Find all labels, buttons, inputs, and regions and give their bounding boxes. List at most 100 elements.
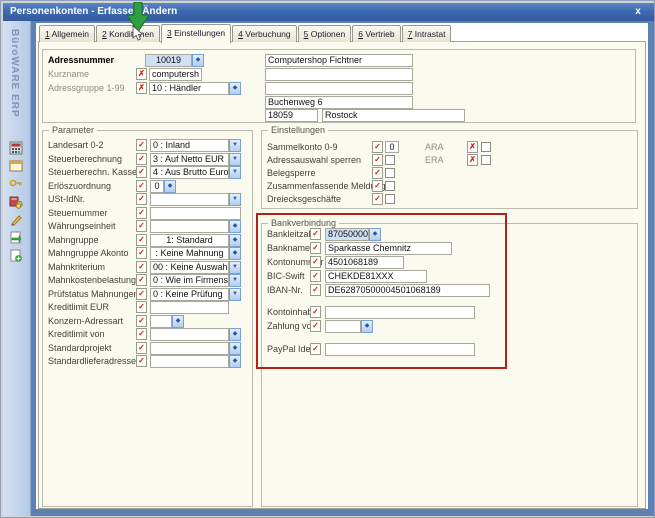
- check-icon[interactable]: ✓: [136, 193, 147, 205]
- adressnummer-field[interactable]: 10019: [145, 54, 192, 67]
- dropdown-icon[interactable]: ▼: [229, 288, 241, 301]
- spinner-icon[interactable]: ◆: [229, 328, 241, 341]
- check-icon[interactable]: ✓: [136, 301, 147, 313]
- city-field[interactable]: Rostock: [322, 109, 465, 122]
- adressgruppe-field[interactable]: 10 : Händler: [149, 82, 229, 95]
- document-export-icon[interactable]: [9, 231, 23, 245]
- address-name3-field[interactable]: [265, 82, 413, 95]
- mahngruppe-field[interactable]: 1: Standard: [150, 234, 229, 247]
- check-icon[interactable]: ✓: [136, 180, 147, 192]
- tab-vertrieb[interactable]: 6 Vertrieb: [352, 25, 400, 42]
- steuerberechnung-dropdown[interactable]: 3 : Auf Netto EUR: [150, 153, 229, 166]
- check-icon[interactable]: ✓: [310, 320, 321, 332]
- zusammenfassende-meldung-checkbox[interactable]: [385, 181, 395, 191]
- belegsperre-checkbox[interactable]: [385, 168, 395, 178]
- check-icon[interactable]: ✓: [136, 220, 147, 232]
- address-name1-field[interactable]: Computershop Fichtner: [265, 54, 413, 67]
- check-icon[interactable]: ✓: [136, 328, 147, 340]
- x-icon[interactable]: ✗: [136, 82, 147, 94]
- spinner-icon[interactable]: ◆: [229, 234, 241, 247]
- bankleitzahl-field[interactable]: 87050000: [325, 228, 369, 241]
- check-icon[interactable]: ✓: [136, 261, 147, 273]
- kurzname-field[interactable]: computersh: [149, 68, 202, 81]
- spinner-icon[interactable]: ◆: [229, 247, 241, 260]
- tab-optionen[interactable]: 5 Optionen: [298, 25, 352, 42]
- dropdown-icon[interactable]: ▼: [229, 153, 241, 166]
- document-add-icon[interactable]: [9, 249, 23, 263]
- spinner-icon[interactable]: ◆: [369, 228, 381, 241]
- check-icon[interactable]: ✓: [136, 247, 147, 259]
- adressnummer-spinner[interactable]: ◆: [192, 54, 204, 67]
- spinner-icon[interactable]: ◆: [229, 342, 241, 355]
- bic-swift-field[interactable]: CHEKDE81XXX: [325, 270, 427, 283]
- kreditlimit-eur-field[interactable]: [150, 301, 229, 314]
- dropdown-icon[interactable]: ▼: [229, 261, 241, 274]
- tab-verbuchung[interactable]: 4 Verbuchung: [232, 25, 296, 42]
- zip-field[interactable]: 18059: [265, 109, 318, 122]
- check-icon[interactable]: ✓: [372, 154, 383, 166]
- spinner-icon[interactable]: ◆: [172, 315, 184, 328]
- erloeszuordnung-field[interactable]: 0: [150, 180, 164, 193]
- calculator-icon[interactable]: [9, 141, 23, 155]
- dropdown-icon[interactable]: ▼: [229, 193, 241, 206]
- steuernummer-field[interactable]: [150, 207, 241, 220]
- waehrungseinheit-field[interactable]: [150, 220, 229, 233]
- kontoinhaber-field[interactable]: [325, 306, 475, 319]
- mahngruppe-akonto-field[interactable]: : Keine Mahnung: [150, 247, 229, 260]
- paypal-ident-field[interactable]: [325, 343, 475, 356]
- check-icon[interactable]: ✓: [136, 342, 147, 354]
- check-icon[interactable]: ✓: [310, 284, 321, 296]
- check-icon[interactable]: ✓: [372, 167, 383, 179]
- spinner-icon[interactable]: ◆: [164, 180, 176, 193]
- dropdown-icon[interactable]: ▼: [229, 139, 241, 152]
- adressauswahl-sperren-checkbox[interactable]: [385, 155, 395, 165]
- address-name2-field[interactable]: [265, 68, 413, 81]
- check-icon[interactable]: ✓: [136, 315, 147, 327]
- check-icon[interactable]: ✓: [310, 242, 321, 254]
- check-icon[interactable]: ✓: [310, 270, 321, 282]
- street-field[interactable]: Buchenweg 6: [265, 96, 413, 109]
- dreiecksgeschaefte-checkbox[interactable]: [385, 194, 395, 204]
- check-icon[interactable]: ✓: [372, 193, 383, 205]
- x-icon[interactable]: ✗: [136, 68, 147, 80]
- check-icon[interactable]: ✓: [136, 153, 147, 165]
- mahnkriterium-dropdown[interactable]: 00 : Keine Auswahl: [150, 261, 229, 274]
- standardprojekt-field[interactable]: [150, 342, 229, 355]
- tab-einstellungen[interactable]: 3 Einstellungen: [161, 24, 231, 43]
- mahnkostenbelastung-dropdown[interactable]: 0 : Wie im Firmenstamm eing: [150, 274, 229, 287]
- spinner-icon[interactable]: ◆: [229, 355, 241, 368]
- check-icon[interactable]: ✓: [136, 288, 147, 300]
- dropdown-icon[interactable]: ▼: [229, 274, 241, 287]
- check-icon[interactable]: ✓: [310, 306, 321, 318]
- check-icon[interactable]: ✓: [310, 228, 321, 240]
- dropdown-icon[interactable]: ▼: [229, 166, 241, 179]
- window-icon[interactable]: [9, 159, 23, 173]
- landesart-dropdown[interactable]: 0 : Inland: [150, 139, 229, 152]
- check-icon[interactable]: ✓: [136, 355, 147, 367]
- check-icon[interactable]: ✓: [372, 141, 383, 153]
- x-icon[interactable]: ✗: [467, 154, 478, 166]
- ara-checkbox[interactable]: [481, 142, 491, 152]
- konzern-adressart-field[interactable]: [150, 315, 172, 328]
- ledger-coins-icon[interactable]: [9, 195, 23, 209]
- pen-icon[interactable]: [9, 213, 23, 227]
- check-icon[interactable]: ✓: [136, 274, 147, 286]
- tab-intrastat[interactable]: 7 Intrastat: [402, 25, 452, 42]
- kreditlimit-von-field[interactable]: [150, 328, 229, 341]
- x-icon[interactable]: ✗: [467, 141, 478, 153]
- sammelkonto-field[interactable]: 0: [385, 141, 399, 153]
- pruefstatus-dropdown[interactable]: 0 : Keine Prüfung: [150, 288, 229, 301]
- iban-field[interactable]: DE62870500004501068189: [325, 284, 490, 297]
- spinner-icon[interactable]: ◆: [361, 320, 373, 333]
- check-icon[interactable]: ✓: [136, 139, 147, 151]
- steuerberechn-kasse-dropdown[interactable]: 4 : Aus Brutto Euro: [150, 166, 229, 179]
- tab-allgemein[interactable]: 1 Allgemein: [39, 25, 95, 42]
- check-icon[interactable]: ✓: [136, 207, 147, 219]
- kontonummer-field[interactable]: 4501068189: [325, 256, 404, 269]
- bankname-field[interactable]: Sparkasse Chemnitz: [325, 242, 452, 255]
- zahlung-von-field[interactable]: [325, 320, 361, 333]
- ust-idnr-dropdown[interactable]: [150, 193, 229, 206]
- check-icon[interactable]: ✓: [372, 180, 383, 192]
- adressgruppe-spinner[interactable]: ◆: [229, 82, 241, 95]
- key-icon[interactable]: [9, 177, 23, 191]
